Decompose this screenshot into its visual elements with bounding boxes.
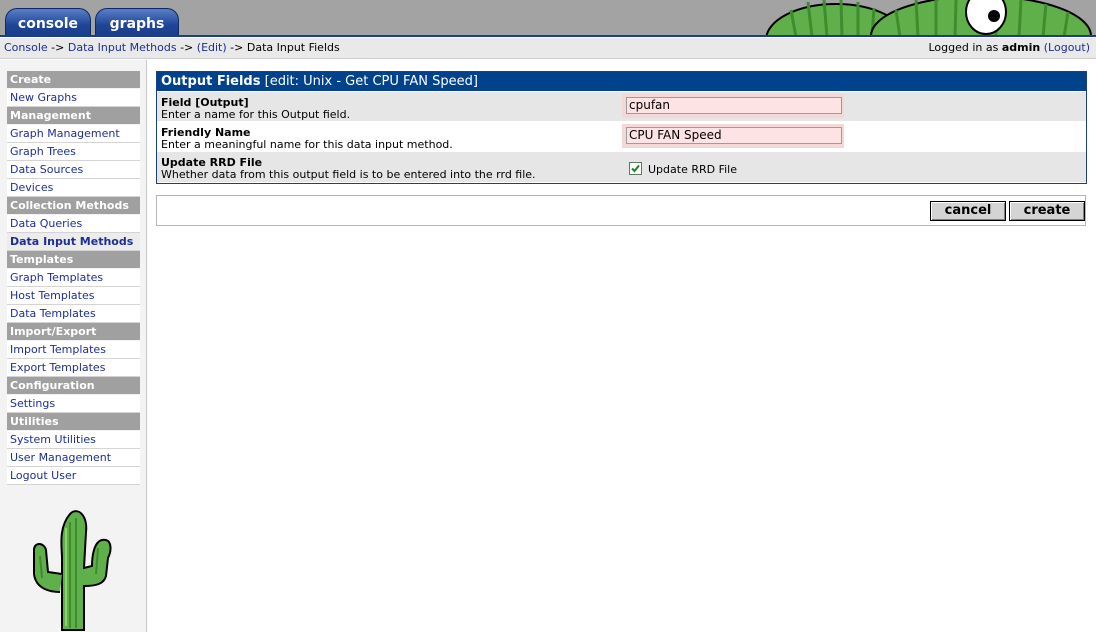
update-rrd-checkbox-label[interactable]: Update RRD File — [648, 163, 737, 176]
form-row-update-rrd: Update RRD File Whether data from this o… — [157, 152, 1086, 182]
breadcrumb-console[interactable]: Console — [4, 41, 48, 54]
sidebar-item-export-templates[interactable]: Export Templates — [7, 359, 140, 377]
sidebar-header-collection-methods: Collection Methods — [7, 197, 140, 214]
field-output-input[interactable]: cpufan — [626, 97, 842, 114]
sidebar-header-utilities: Utilities — [7, 413, 140, 430]
output-fields-panel: Output Fields [edit: Unix - Get CPU FAN … — [156, 71, 1087, 184]
sidebar-item-data-queries[interactable]: Data Queries — [7, 215, 140, 233]
sidebar-item-new-graphs[interactable]: New Graphs — [7, 89, 140, 107]
field-description: Enter a meaningful name for this data in… — [161, 138, 453, 151]
sidebar-header-templates: Templates — [7, 251, 140, 268]
panel-header: Output Fields [edit: Unix - Get CPU FAN … — [157, 72, 1086, 91]
field-description: Whether data from this output field is t… — [161, 168, 536, 181]
checkmark-icon — [631, 164, 640, 173]
sidebar-item-logout-user[interactable]: Logout User — [7, 467, 140, 485]
sidebar-item-settings[interactable]: Settings — [7, 395, 140, 413]
update-rrd-checkbox[interactable] — [629, 162, 642, 175]
sidebar-item-graph-management[interactable]: Graph Management — [7, 125, 140, 143]
sidebar-menu: Create New Graphs Management Graph Manageme… — [7, 71, 140, 485]
sidebar-item-devices[interactable]: Devices — [7, 179, 140, 197]
cancel-button[interactable]: cancel — [930, 201, 1006, 221]
top-tab-bar: console graphs — [0, 0, 1096, 37]
sidebar-header-import-export: Import/Export — [7, 323, 140, 340]
sidebar-item-user-management[interactable]: User Management — [7, 449, 140, 467]
breadcrumb-data-input-methods[interactable]: Data Input Methods — [68, 41, 177, 54]
sidebar-item-data-templates[interactable]: Data Templates — [7, 305, 140, 323]
breadcrumb-bar: Console -> Data Input Methods -> (Edit) … — [0, 38, 1096, 59]
sidebar-item-host-templates[interactable]: Host Templates — [7, 287, 140, 305]
sidebar-item-graph-templates[interactable]: Graph Templates — [7, 269, 140, 287]
panel-title: Output Fields — [161, 74, 261, 89]
form-button-bar: cancel create — [156, 195, 1086, 226]
field-description: Enter a name for this Output field. — [161, 108, 351, 121]
login-status: Logged in as admin (Logout) — [929, 41, 1091, 54]
breadcrumb-separator: -> — [176, 41, 197, 54]
sidebar-item-import-templates[interactable]: Import Templates — [7, 341, 140, 359]
sidebar-header-management: Management — [7, 107, 140, 124]
tab-graphs[interactable]: graphs — [95, 8, 179, 37]
cactus-logo-icon — [33, 510, 112, 631]
breadcrumb-separator: -> — [47, 41, 68, 54]
login-username: admin — [1001, 41, 1041, 54]
cactus-banner-image — [696, 0, 1096, 37]
create-button[interactable]: create — [1009, 201, 1085, 221]
breadcrumb-edit[interactable]: (Edit) — [197, 41, 227, 54]
sidebar-item-data-input-methods[interactable]: Data Input Methods — [7, 233, 140, 251]
sidebar: Create New Graphs Management Graph Manageme… — [0, 60, 147, 632]
breadcrumb: Console -> Data Input Methods -> (Edit) … — [4, 41, 340, 54]
breadcrumb-current: Data Input Fields — [246, 41, 340, 54]
field-output-input-wrap: cpufan — [622, 94, 844, 118]
panel-subtitle: [edit: Unix - Get CPU FAN Speed] — [264, 74, 478, 89]
sidebar-item-graph-trees[interactable]: Graph Trees — [7, 143, 140, 161]
login-prefix: Logged in as — [928, 41, 1002, 54]
sidebar-header-configuration: Configuration — [7, 377, 140, 394]
breadcrumb-separator: -> — [226, 41, 247, 54]
nav-underline — [0, 35, 1096, 37]
sidebar-item-system-utilities[interactable]: System Utilities — [7, 431, 140, 449]
logout-link[interactable]: (Logout) — [1044, 41, 1090, 54]
sidebar-item-data-sources[interactable]: Data Sources — [7, 161, 140, 179]
sidebar-header-create: Create — [7, 71, 140, 88]
friendly-name-input[interactable]: CPU FAN Speed — [626, 127, 842, 144]
tab-console[interactable]: console — [5, 8, 91, 37]
friendly-name-input-wrap: CPU FAN Speed — [622, 124, 844, 148]
